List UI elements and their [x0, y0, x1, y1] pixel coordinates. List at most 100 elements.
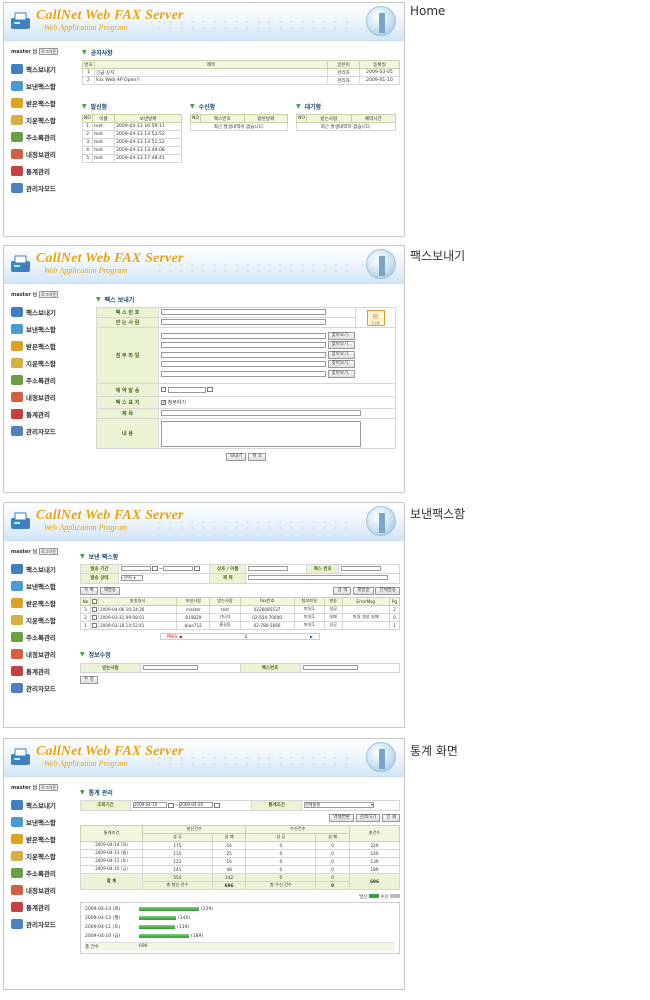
sidebar-item-7[interactable]: 통계관리 [11, 162, 67, 179]
sidebar-item-5[interactable]: 주소록관리 [11, 864, 67, 881]
search-button[interactable]: 검 색 [333, 586, 352, 595]
attach-input-1[interactable] [161, 332, 326, 339]
table-row[interactable]: 2 2009-03-31 09:08:01 810829 가나다 02-554-7000… [80, 612, 400, 622]
company-input[interactable] [248, 566, 289, 571]
sidebar-item-3[interactable]: 받은팩스함 [11, 594, 67, 611]
send-button[interactable]: 보내기 [225, 453, 247, 461]
logout-button[interactable]: 로그아웃 [39, 47, 58, 55]
sidebar-item-1[interactable]: 팩스보내기 [11, 560, 67, 577]
select-all-checkbox[interactable] [92, 598, 97, 604]
sidebar-item-4[interactable]: 지운팩스함 [11, 111, 67, 128]
pager-next[interactable]: ▶ [310, 634, 313, 639]
sidebar-item-4[interactable]: 지운팩스함 [11, 354, 67, 371]
sidebar-item-5[interactable]: 주소록관리 [11, 371, 67, 388]
sidebar-item-8[interactable]: 관리자모드 [11, 422, 67, 439]
addressbook-button[interactable]: ✉ 주소록 [366, 309, 385, 326]
pager-current[interactable]: 1 [244, 634, 247, 639]
subject-input[interactable] [161, 410, 361, 417]
sidebar-item-6[interactable]: 내정보관리 [11, 388, 67, 405]
sidebar-item-8[interactable]: 관리자모드 [11, 679, 67, 696]
subject-filter-input[interactable] [248, 575, 389, 581]
banner-decoration [154, 755, 354, 765]
sidebar-item-1[interactable]: 팩스보내기 [11, 796, 67, 813]
table-row[interactable]: 1 긴급 공지 관리자 2009-03-05 [82, 68, 400, 77]
edit-receiver-input[interactable] [143, 664, 198, 670]
print-button[interactable]: 인 쇄 [382, 813, 400, 822]
row-checkbox[interactable] [92, 614, 97, 620]
reserve-checkbox[interactable] [161, 387, 166, 393]
browse-button-3[interactable]: 찾아보기.. [327, 350, 356, 359]
calendar-icon[interactable] [213, 802, 220, 808]
table-row[interactable]: 4 test 2009-04-13 13:49:08 [81, 146, 182, 155]
sidebar-item-6[interactable]: 내정보관리 [11, 145, 67, 162]
search-button[interactable]: 검색하기 [355, 813, 381, 822]
sidebar-item-3[interactable]: 받은팩스함 [11, 830, 67, 847]
sidebar-item-7[interactable]: 통계관리 [11, 662, 67, 679]
body-textarea[interactable] [161, 420, 361, 447]
list-button[interactable]: 목 록 [80, 586, 98, 595]
browse-button-4[interactable]: 찾아보기.. [327, 360, 356, 369]
fax-number-input[interactable] [161, 309, 326, 316]
period-to-input[interactable] [162, 566, 193, 571]
sidebar-item-5[interactable]: 주소록관리 [11, 628, 67, 645]
attach-input-2[interactable] [161, 342, 326, 349]
cond-select[interactable]: 전체통계 ▾ [304, 802, 375, 808]
sidebar-item-1[interactable]: 팩스보내기 [11, 303, 67, 320]
row-checkbox[interactable] [92, 622, 97, 628]
status-select[interactable]: -선택- ▾ [121, 575, 143, 581]
sidebar-item-6[interactable]: 내정보관리 [11, 645, 67, 662]
redo-button[interactable]: 재발송 [99, 586, 121, 595]
row-checkbox[interactable] [92, 606, 97, 612]
table-row[interactable]: 2 Fax Web AP Open!! 관리자 2009-01-10 [82, 76, 400, 85]
sidebar-item-3[interactable]: 받은팩스함 [11, 94, 67, 111]
browse-button-1[interactable]: 찾아보기.. [327, 331, 356, 340]
pager-prev[interactable]: PREV ◀ [167, 634, 182, 639]
browse-button-5[interactable]: 찾아보기.. [327, 369, 356, 378]
logout-button[interactable]: 로그아웃 [39, 783, 58, 791]
sidebar-item-7[interactable]: 통계관리 [11, 898, 67, 915]
edit-button[interactable]: 수 정 [80, 675, 98, 684]
sidebar-item-2[interactable]: 보낸팩스함 [11, 77, 67, 94]
attach-input-4[interactable] [161, 361, 326, 368]
sidebar-item-8[interactable]: 관리자모드 [11, 915, 67, 932]
reserve-date-input[interactable] [167, 386, 206, 393]
browse-button-2[interactable]: 찾아보기.. [327, 341, 356, 350]
sidebar-item-3[interactable]: 받은팩스함 [11, 337, 67, 354]
cancel-button[interactable]: 취 소 [248, 453, 267, 461]
sidebar-item-5[interactable]: 주소록관리 [11, 128, 67, 145]
edit-faxno-input[interactable] [302, 664, 358, 670]
sidebar-item-2[interactable]: 보낸팩스함 [11, 320, 67, 337]
calendar-icon[interactable] [193, 566, 200, 571]
sidebar-item-2[interactable]: 보낸팩스함 [11, 813, 67, 830]
date-to-input[interactable]: 2009-04-20 [178, 802, 213, 808]
attach-input-3[interactable] [161, 351, 326, 358]
receiver-input[interactable] [161, 319, 326, 326]
bulk-send-button[interactable]: 전체발송 [375, 586, 400, 595]
logout-button[interactable]: 로그아웃 [39, 290, 58, 298]
resend-button[interactable]: 재발송 [353, 586, 374, 595]
table-row[interactable]: 3 2009-04-06 10:24:26 master test 0226085537… [80, 604, 400, 614]
calendar-icon[interactable] [168, 802, 174, 808]
sidebar-item-8[interactable]: 관리자모드 [11, 179, 67, 196]
period-from-input[interactable] [121, 566, 151, 571]
faxno-input[interactable] [341, 566, 382, 571]
cover-checkbox[interactable] [161, 400, 166, 405]
table-row[interactable]: 5 test 2009-04-13 17:48:41 [81, 154, 182, 163]
table-row[interactable]: 1 2009-03-18 14:52:41 blue712 홍길동 02-780-566… [80, 620, 400, 630]
sidebar-item-4[interactable]: 지운팩스함 [11, 847, 67, 864]
excel-button[interactable]: 엑셀변환 [329, 813, 354, 822]
table-row[interactable]: 2 test 2009-04-13 13:53:52 [81, 130, 182, 139]
calendar-icon[interactable] [206, 387, 213, 393]
sidebar-item-7[interactable]: 통계관리 [11, 405, 67, 422]
sidebar-item-4[interactable]: 지운팩스함 [11, 611, 67, 628]
sidebar-item-1[interactable]: 팩스보내기 [11, 60, 67, 77]
sidebar-item-2[interactable]: 보낸팩스함 [11, 577, 67, 594]
table-row[interactable]: 1 test 2009-04-13 16:59:11 [81, 122, 182, 131]
globe-building-icon [366, 6, 396, 36]
attach-input-5[interactable] [161, 370, 326, 377]
date-from-input[interactable]: 2009-04-10 [133, 802, 167, 808]
logout-button[interactable]: 로그아웃 [39, 547, 58, 555]
calendar-icon[interactable] [152, 566, 158, 571]
sidebar-item-6[interactable]: 내정보관리 [11, 881, 67, 898]
table-row[interactable]: 3 test 2009-04-13 13:51:22 [81, 138, 182, 147]
